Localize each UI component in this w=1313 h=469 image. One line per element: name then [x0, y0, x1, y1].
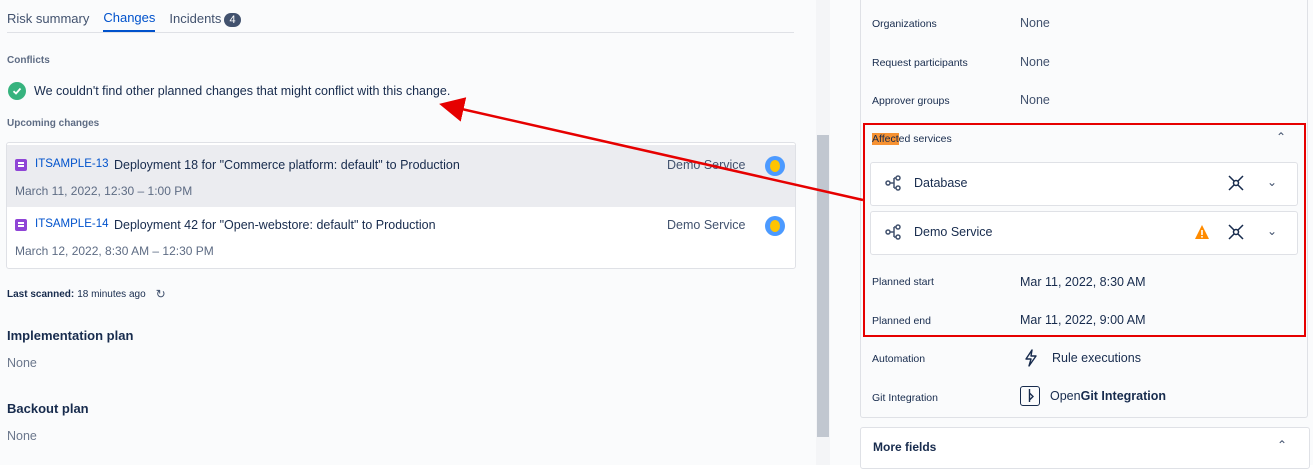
annotation-arrow	[439, 97, 864, 202]
